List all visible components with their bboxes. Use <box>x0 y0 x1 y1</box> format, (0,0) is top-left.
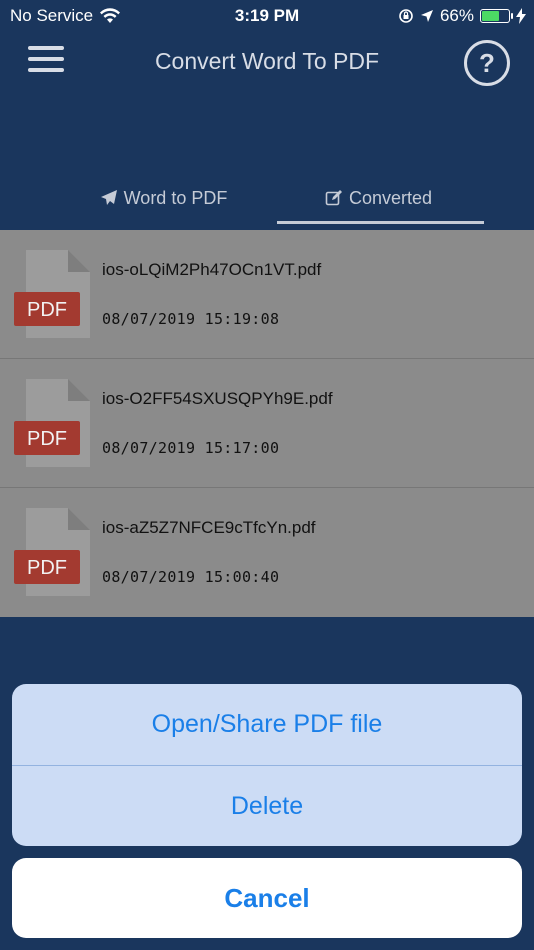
pdf-badge-label: PDF <box>27 299 67 321</box>
tab-converted[interactable]: Converted <box>271 180 486 226</box>
file-date: 08/07/2019 15:00:40 <box>102 568 280 586</box>
cancel-button[interactable]: Cancel <box>12 858 522 938</box>
battery-percent: 66% <box>439 6 474 25</box>
page-title: Convert Word To PDF <box>154 48 380 74</box>
tab-word-to-pdf[interactable]: Word to PDF <box>56 180 271 226</box>
orientation-lock-icon <box>399 9 413 23</box>
pdf-file-icon: PDF <box>14 508 90 596</box>
file-name: ios-O2FF54SXUSQPYh9E.pdf <box>102 389 333 408</box>
battery-fill <box>482 11 500 21</box>
file-name: ios-aZ5Z7NFCE9cTfcYn.pdf <box>102 518 316 537</box>
charging-icon <box>516 8 526 24</box>
open-share-pdf-button[interactable]: Open/Share PDF file <box>12 684 522 765</box>
location-icon <box>420 10 433 22</box>
pdf-file-icon: PDF <box>14 379 90 467</box>
pdf-badge-label: PDF <box>27 557 67 579</box>
converted-file-list: PDF ios-oLQiM2Ph47OCn1VT.pdf 08/07/2019 … <box>0 230 534 617</box>
paper-plane-icon <box>100 190 117 205</box>
file-list-item[interactable]: PDF ios-oLQiM2Ph47OCn1VT.pdf 08/07/2019 … <box>0 230 534 359</box>
battery-icon <box>480 9 513 23</box>
delete-button[interactable]: Delete <box>12 765 522 846</box>
status-right: 66% <box>398 6 526 26</box>
pdf-badge-label: PDF <box>27 428 67 450</box>
file-date: 08/07/2019 15:19:08 <box>102 310 280 328</box>
edit-icon <box>325 190 342 206</box>
status-bar: No Service 3:19 PM 66% <box>0 0 534 30</box>
file-date: 08/07/2019 15:17:00 <box>102 439 280 457</box>
nav-bar: Convert Word To PDF ? <box>0 30 534 92</box>
tab-word-to-pdf-label: Word to PDF <box>123 188 228 208</box>
action-sheet: Open/Share PDF file Delete <box>12 684 522 846</box>
file-name: ios-oLQiM2Ph47OCn1VT.pdf <box>102 260 322 279</box>
file-list-item[interactable]: PDF ios-aZ5Z7NFCE9cTfcYn.pdf 08/07/2019 … <box>0 488 534 617</box>
tab-bar: Word to PDF Converted <box>56 180 486 226</box>
file-list-item[interactable]: PDF ios-O2FF54SXUSQPYh9E.pdf 08/07/2019 … <box>0 359 534 488</box>
help-icon[interactable]: ? <box>464 40 510 86</box>
tab-converted-label: Converted <box>348 188 433 208</box>
pdf-file-icon: PDF <box>14 250 90 338</box>
